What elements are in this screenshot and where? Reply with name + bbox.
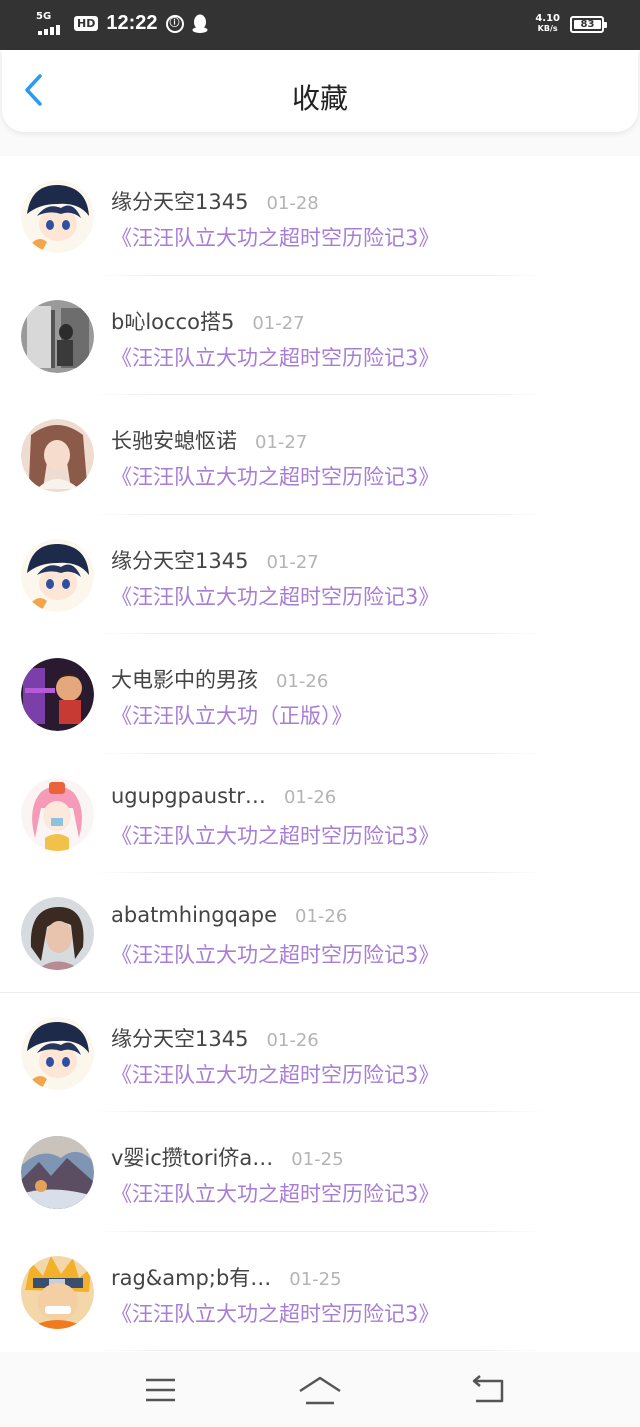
network-type: 5G [36,10,52,22]
user-line: 大电影中的男孩 01-26 [111,664,328,694]
favorite-title-link[interactable]: 《汪汪队立大功之超时空历险记3》 [111,581,439,611]
app-header: 收藏 [2,50,638,132]
girl-photo-avatar [21,419,94,492]
username[interactable]: 缘分天空1345 [111,1023,248,1053]
timestamp: 01-26 [283,786,337,808]
cartoon-boy-avatar [21,658,94,731]
status-time: 12:22 [106,12,158,34]
timestamp: 01-25 [291,1149,344,1170]
user-line: v婴ic攒tori侪a… 01-25 [111,1142,344,1172]
user-line: 缘分天空1345 01-27 [111,545,319,575]
data-saver-icon: ⓘ [165,14,184,33]
back-nav-button[interactable] [465,1374,511,1408]
page-title: 收藏 [291,82,348,115]
favorite-title-link[interactable]: 《汪汪队立大功之超时空历险记3》 [111,1298,439,1328]
avatar[interactable] [21,180,94,253]
timestamp: 01-27 [266,551,319,573]
username[interactable]: b吣locco搭5 [111,306,234,336]
favorite-title-link[interactable]: 《汪汪队立大功（正版）》 [111,700,353,730]
home-button[interactable] [297,1374,343,1408]
net-speed-unit: KB/s [537,24,558,33]
avatar[interactable] [21,538,94,612]
signal-icon: 5G [36,10,66,35]
user-line: b吣locco搭5 01-27 [111,306,305,336]
favorite-item[interactable]: 缘分天空1345 01-27 《汪汪队立大功之超时空历险记3》 [0,515,640,635]
favorite-item[interactable]: abatmhingqape 01-26 《汪汪队立大功之超时空历险记3》 [0,873,640,993]
username[interactable]: 缘分天空1345 [111,186,248,216]
battery-level: 83 [574,19,601,29]
favorite-title-link[interactable]: 《汪汪队立大功之超时空历险记3》 [111,342,439,372]
menu-icon [146,1378,175,1402]
back-icon [472,1375,504,1403]
home-icon [299,1376,341,1405]
user-line: rag&amp;b有… 01-25 [111,1262,342,1292]
favorite-item[interactable]: rag&amp;b有… 01-25 《汪汪队立大功之超时空历险记3》 [0,1232,640,1352]
timestamp: 01-28 [266,193,319,214]
username[interactable]: 长驰安螅怄诺 [111,425,237,455]
timestamp: 01-25 [289,1268,342,1290]
status-right: 4.10 KB/s 83 [535,14,607,34]
favorite-title-link[interactable]: 《汪汪队立大功之超时空历险记3》 [111,222,439,252]
favorite-item[interactable]: 大电影中的男孩 01-26 《汪汪队立大功（正版）》 [0,634,640,754]
avatar[interactable] [21,1136,94,1209]
timestamp: 01-26 [266,1029,319,1051]
username[interactable]: 大电影中的男孩 [111,664,258,694]
user-line: abatmhingqape 01-26 [111,903,347,927]
avatar[interactable] [21,777,94,851]
favorite-item[interactable]: b吣locco搭5 01-27 《汪汪队立大功之超时空历险记3》 [0,276,640,396]
status-bar: 5G HD 12:22 ⓘ 4.10 KB/s 83 [0,0,640,50]
avatar[interactable] [21,1255,94,1329]
favorite-title-link[interactable]: 《汪汪队立大功之超时空历险记3》 [111,820,439,850]
favorite-title-link[interactable]: 《汪汪队立大功之超时空历险记3》 [111,939,439,969]
avatar[interactable] [21,897,94,970]
username[interactable]: v婴ic攒tori侪a… [111,1142,273,1172]
user-line: 缘分天空1345 01-28 [111,186,319,216]
naruto-avatar [21,1255,94,1329]
user-line: 缘分天空1345 01-26 [111,1023,319,1053]
status-left: 5G HD 12:22 ⓘ [36,10,208,35]
favorite-title-link[interactable]: 《汪汪队立大功之超时空历险记3》 [111,461,439,491]
menu-button[interactable] [137,1374,183,1408]
favorite-item[interactable]: v婴ic攒tori侪a… 01-25 《汪汪队立大功之超时空历险记3》 [0,1112,640,1232]
woman-photo-avatar [21,897,94,970]
timestamp: 01-27 [255,432,308,453]
anime-boy-avatar [21,1016,94,1090]
avatar[interactable] [21,299,94,373]
bw-photo-avatar [21,299,94,373]
avatar[interactable] [21,1016,94,1090]
username[interactable]: abatmhingqape [111,903,277,927]
favorite-title-link[interactable]: 《汪汪队立大功之超时空历险记3》 [111,1059,439,1089]
user-line: 长驰安螅怄诺 01-27 [111,425,307,455]
timestamp: 01-26 [276,671,329,692]
anime-boy-avatar [21,180,94,253]
favorite-item[interactable]: 长驰安螅怄诺 01-27 《汪汪队立大功之超时空历险记3》 [0,395,640,515]
favorite-item[interactable]: 缘分天空1345 01-26 《汪汪队立大功之超时空历险记3》 [0,993,640,1113]
username[interactable]: 缘分天空1345 [111,545,248,575]
favorite-title-link[interactable]: 《汪汪队立大功之超时空历险记3》 [111,1178,439,1208]
net-speed-value: 4.10 [535,13,560,24]
favorite-item[interactable]: 缘分天空1345 01-28 《汪汪队立大功之超时空历险记3》 [0,156,640,276]
system-nav-bar [0,1352,640,1427]
username[interactable]: rag&amp;b有… [111,1262,271,1292]
landscape-avatar [21,1136,94,1209]
avatar[interactable] [21,419,94,492]
pink-anime-avatar [21,777,94,851]
battery-icon: 83 [570,15,607,33]
user-line: ugupgpaustr… 01-26 [111,784,336,808]
anime-boy-avatar [21,538,94,612]
net-speed: 4.10 KB/s [535,14,560,34]
timestamp: 01-26 [295,906,348,927]
avatar[interactable] [21,658,94,731]
username[interactable]: ugupgpaustr… [111,784,266,808]
favorites-list: 缘分天空1345 01-28 《汪汪队立大功之超时空历险记3》 b吣locco搭5 01… [0,156,640,1352]
hd-badge: HD [74,16,99,31]
favorite-item[interactable]: ugupgpaustr… 01-26 《汪汪队立大功之超时空历险记3》 [0,754,640,874]
timestamp: 01-27 [252,312,305,334]
qq-penguin-icon [192,14,207,33]
